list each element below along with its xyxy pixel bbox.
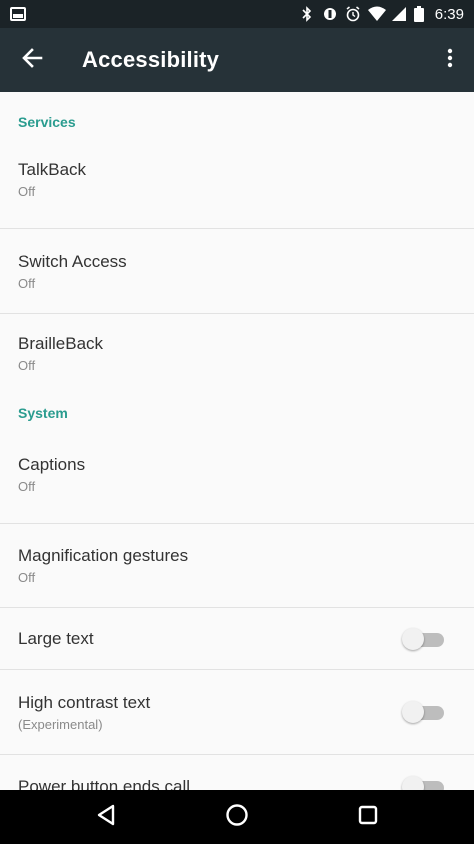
notification-icon — [10, 6, 26, 22]
recents-square-icon — [357, 804, 379, 831]
app-bar: Accessibility — [0, 28, 474, 92]
status-time: 6:39 — [434, 5, 464, 23]
nav-back-button[interactable] — [76, 790, 136, 844]
pref-title: High contrast text — [18, 692, 151, 712]
page-title: Accessibility — [82, 47, 220, 72]
pref-title: TalkBack — [18, 159, 87, 179]
switch-thumb — [402, 776, 424, 790]
pref-title: Magnification gestures — [18, 546, 189, 565]
pref-high-contrast-text[interactable]: High contrast text (Experimental) — [0, 670, 474, 755]
alarm-icon — [345, 6, 361, 22]
pref-summary: Off — [18, 358, 36, 373]
bluetooth-icon — [299, 6, 315, 22]
pref-summary: Off — [18, 478, 36, 494]
pref-summary: Off — [18, 275, 36, 291]
more-vert-icon — [447, 48, 453, 73]
pref-power-button-ends-call[interactable]: Power button ends call — [0, 755, 474, 790]
pref-summary: (Experimental) — [18, 716, 103, 732]
vibrate-icon — [322, 6, 338, 22]
pref-summary: Off — [18, 183, 36, 199]
switch-thumb — [402, 701, 424, 723]
pref-large-text[interactable]: Large text — [0, 608, 474, 670]
pref-switch-access[interactable]: Switch Access Off — [0, 229, 474, 314]
home-circle-icon — [225, 803, 249, 832]
signal-icon — [391, 6, 407, 22]
pref-captions[interactable]: Captions Off — [0, 439, 474, 524]
pref-summary: Off — [18, 570, 36, 585]
section-header-system: System — [18, 405, 68, 421]
pref-title: Power button ends call — [18, 777, 190, 790]
section-header-services: Services — [18, 114, 76, 130]
status-bar: 6:39 — [0, 0, 474, 28]
nav-home-button[interactable] — [207, 790, 267, 844]
nav-recents-button[interactable] — [338, 790, 398, 844]
back-triangle-icon — [95, 804, 117, 831]
settings-list[interactable]: Services TalkBack Off Switch Access Off … — [0, 92, 474, 790]
navigation-bar — [0, 790, 474, 844]
back-button[interactable] — [0, 28, 64, 92]
battery-icon — [413, 6, 424, 22]
pref-title: Large text — [18, 628, 94, 648]
high-contrast-text-toggle[interactable] — [402, 701, 444, 723]
power-button-ends-call-toggle[interactable] — [402, 776, 444, 790]
pref-title: Switch Access — [18, 251, 127, 271]
more-options-button[interactable] — [426, 28, 474, 92]
pref-brailleback[interactable]: BrailleBack Off — [0, 314, 474, 399]
pref-title: Captions — [18, 454, 86, 474]
pref-talkback[interactable]: TalkBack Off — [0, 144, 474, 229]
arrow-back-icon — [21, 47, 43, 74]
large-text-toggle[interactable] — [402, 627, 444, 650]
wifi-icon — [367, 6, 386, 22]
pref-magnification-gestures[interactable]: Magnification gestures Off — [0, 524, 474, 608]
switch-thumb — [402, 627, 424, 650]
pref-title: BrailleBack — [18, 334, 104, 353]
